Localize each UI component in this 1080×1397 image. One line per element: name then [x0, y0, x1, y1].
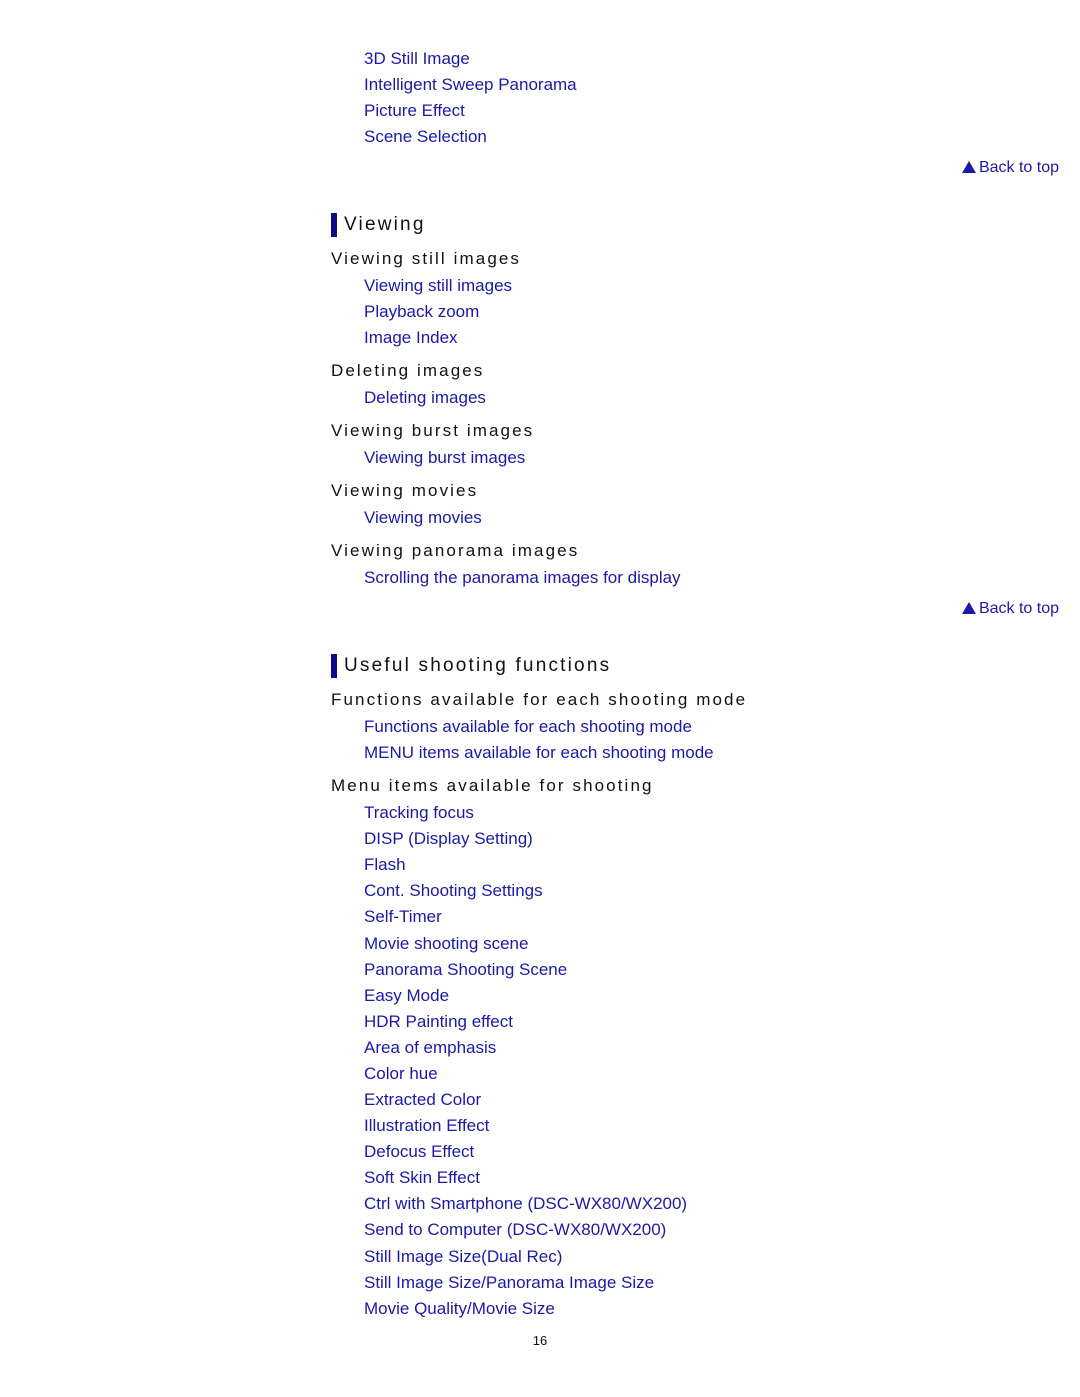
link-still-image-size-panorama[interactable]: Still Image Size/Panorama Image Size	[364, 1273, 654, 1293]
link-picture-effect[interactable]: Picture Effect	[364, 101, 465, 121]
back-to-top-link[interactable]: Back to top	[961, 158, 1059, 178]
link-3d-still-image[interactable]: 3D Still Image	[364, 49, 470, 69]
link-extracted-color[interactable]: Extracted Color	[364, 1090, 481, 1110]
link-disp[interactable]: DISP (Display Setting)	[364, 829, 533, 849]
link-self-timer[interactable]: Self-Timer	[364, 907, 442, 927]
back-to-top-label: Back to top	[978, 159, 1059, 176]
back-to-top-link[interactable]: Back to top	[961, 599, 1059, 619]
link-still-image-size-dual-rec[interactable]: Still Image Size(Dual Rec)	[364, 1247, 562, 1267]
subheading: Viewing still images	[331, 249, 522, 268]
page-number: 16	[532, 1333, 548, 1348]
subheading: Menu items available for shooting	[331, 776, 654, 795]
link-intelligent-sweep-panorama[interactable]: Intelligent Sweep Panorama	[364, 75, 577, 95]
section-title: Viewing	[344, 214, 426, 235]
link-image-index[interactable]: Image Index	[364, 328, 458, 348]
subheading: Functions available for each shooting mo…	[331, 690, 748, 709]
section-heading-useful-shooting-functions: Useful shooting functions	[331, 654, 611, 678]
subheading: Deleting images	[331, 361, 485, 380]
link-tracking-focus[interactable]: Tracking focus	[364, 803, 474, 823]
link-cont-shooting[interactable]: Cont. Shooting Settings	[364, 881, 543, 901]
section-title: Useful shooting functions	[344, 655, 612, 676]
link-panorama-shooting-scene[interactable]: Panorama Shooting Scene	[364, 960, 567, 980]
link-playback-zoom[interactable]: Playback zoom	[364, 302, 479, 322]
link-area-of-emphasis[interactable]: Area of emphasis	[364, 1038, 496, 1058]
link-viewing-movies[interactable]: Viewing movies	[364, 508, 482, 528]
subheading: Viewing movies	[331, 481, 479, 500]
link-defocus-effect[interactable]: Defocus Effect	[364, 1142, 474, 1162]
up-triangle-icon	[961, 161, 976, 173]
link-soft-skin-effect[interactable]: Soft Skin Effect	[364, 1168, 480, 1188]
link-viewing-burst-images[interactable]: Viewing burst images	[364, 448, 525, 468]
subheading: Viewing panorama images	[331, 541, 580, 560]
section-marker-bar	[331, 654, 337, 678]
link-deleting-images[interactable]: Deleting images	[364, 388, 486, 408]
link-menu-items-available[interactable]: MENU items available for each shooting m…	[364, 743, 714, 763]
link-ctrl-with-smartphone[interactable]: Ctrl with Smartphone (DSC-WX80/WX200)	[364, 1194, 687, 1214]
link-scrolling-panorama[interactable]: Scrolling the panorama images for displa…	[364, 568, 681, 588]
link-illustration-effect[interactable]: Illustration Effect	[364, 1116, 489, 1136]
link-easy-mode[interactable]: Easy Mode	[364, 986, 449, 1006]
section-heading-viewing: Viewing	[331, 213, 426, 237]
section-marker-bar	[331, 213, 337, 237]
link-flash[interactable]: Flash	[364, 855, 406, 875]
link-movie-quality[interactable]: Movie Quality/Movie Size	[364, 1299, 555, 1319]
link-send-to-computer[interactable]: Send to Computer (DSC-WX80/WX200)	[364, 1220, 666, 1240]
link-movie-shooting-scene[interactable]: Movie shooting scene	[364, 934, 528, 954]
link-viewing-still-images[interactable]: Viewing still images	[364, 276, 512, 296]
back-to-top-label: Back to top	[978, 600, 1059, 617]
manual-page: 3D Still Image Intelligent Sweep Panoram…	[0, 0, 1080, 1397]
link-color-hue[interactable]: Color hue	[364, 1064, 438, 1084]
link-scene-selection[interactable]: Scene Selection	[364, 127, 487, 147]
up-triangle-icon	[961, 602, 976, 614]
link-hdr-painting[interactable]: HDR Painting effect	[364, 1012, 513, 1032]
link-functions-available[interactable]: Functions available for each shooting mo…	[364, 717, 692, 737]
subheading: Viewing burst images	[331, 421, 535, 440]
